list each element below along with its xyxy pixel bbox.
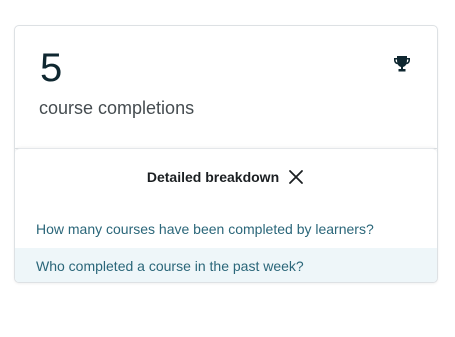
trophy-icon — [393, 55, 411, 73]
stat-label: course completions — [39, 98, 195, 118]
breakdown-header: Detailed breakdown — [15, 165, 437, 189]
close-icon[interactable] — [287, 168, 305, 186]
course-completions-card: 5 course completions Detailed breakdown … — [14, 25, 438, 283]
detailed-breakdown-panel: Detailed breakdown How many courses have… — [15, 148, 437, 282]
breakdown-title: Detailed breakdown — [146, 169, 280, 185]
question-link-past-week[interactable]: Who completed a course in the past week? — [15, 248, 437, 282]
question-link-completed-courses[interactable]: How many courses have been completed by … — [15, 211, 437, 248]
stat-section: 5 course completions — [15, 26, 437, 149]
stat-value: 5 — [40, 46, 63, 90]
